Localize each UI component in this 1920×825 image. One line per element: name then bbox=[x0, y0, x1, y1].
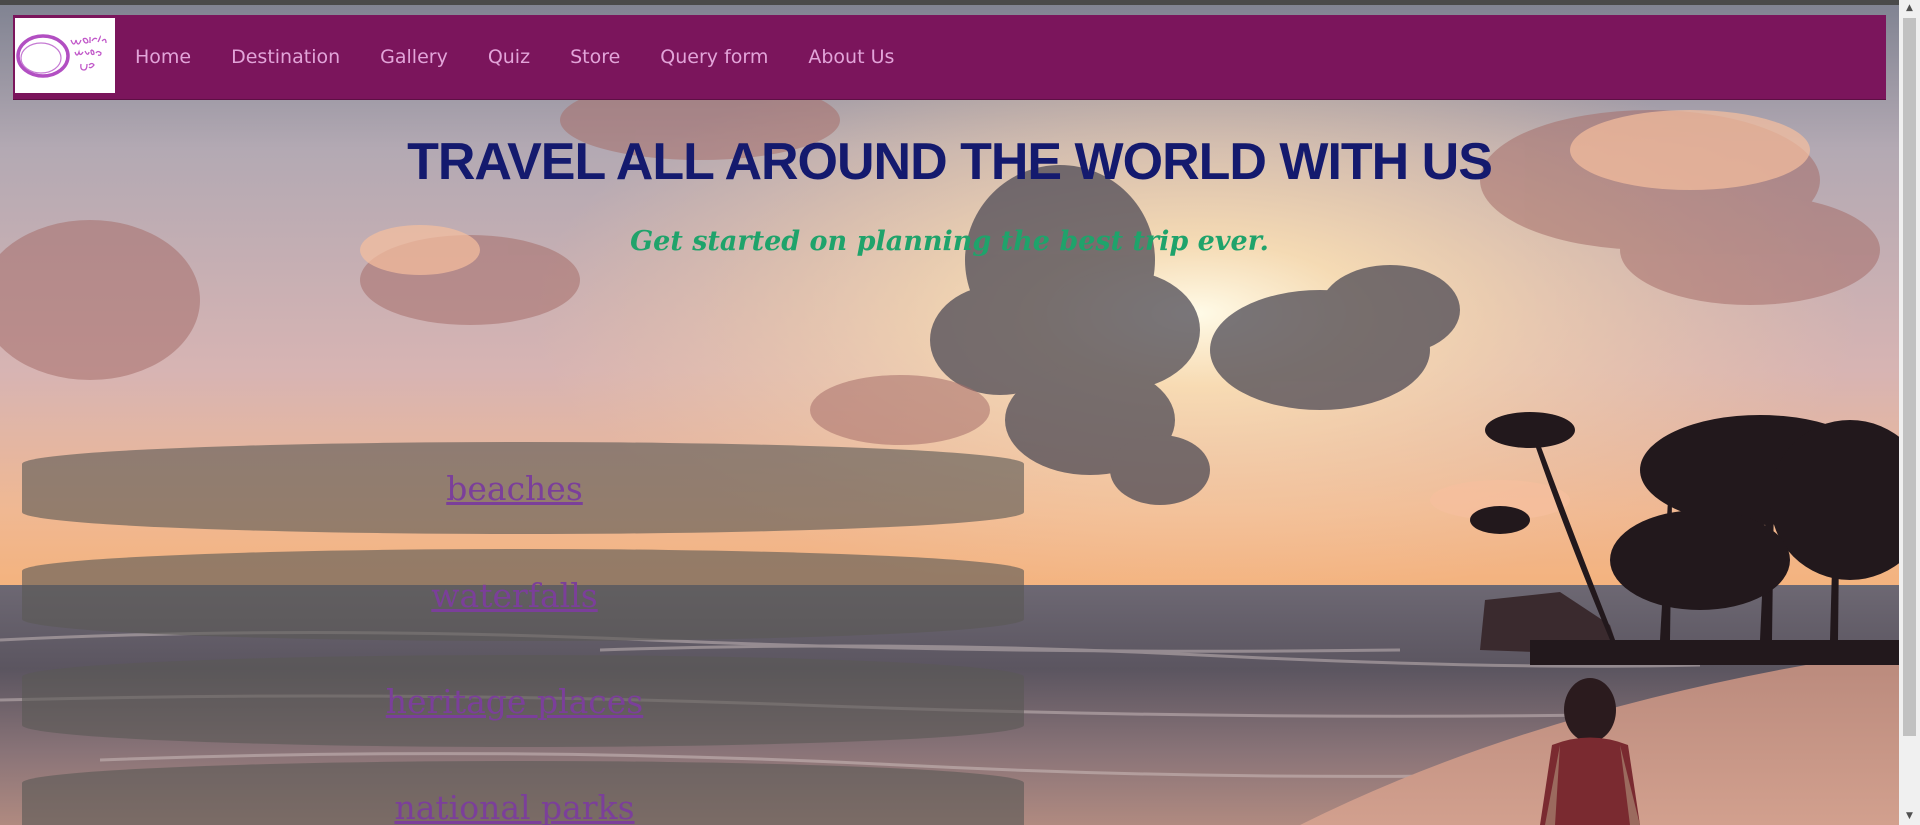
category-link-national-parks[interactable]: national parks bbox=[394, 788, 634, 825]
category-link-heritage-places[interactable]: heritage places bbox=[386, 682, 644, 721]
nav-link-query-form[interactable]: Query form bbox=[660, 46, 768, 68]
scroll-down-arrow-icon[interactable]: ▼ bbox=[1899, 808, 1920, 825]
category-item-heritage-places[interactable]: heritage places bbox=[22, 655, 1024, 747]
page: Home Destination Gallery Quiz Store Quer… bbox=[0, 0, 1920, 825]
nav-link-home[interactable]: Home bbox=[135, 46, 191, 68]
category-link-beaches[interactable]: beaches bbox=[446, 469, 583, 508]
window-top-border bbox=[0, 0, 1899, 5]
nav-link-gallery[interactable]: Gallery bbox=[380, 46, 448, 68]
category-item-waterfalls[interactable]: waterfalls bbox=[22, 549, 1024, 641]
site-logo[interactable] bbox=[15, 18, 115, 93]
nav-link-destination[interactable]: Destination bbox=[231, 46, 340, 68]
hero-title: TRAVEL ALL AROUND THE WORLD WITH US bbox=[407, 133, 1493, 191]
hero-subtitle: Get started on planning the best trip ev… bbox=[630, 226, 1269, 257]
nav-link-store[interactable]: Store bbox=[570, 46, 620, 68]
nav-link-quiz[interactable]: Quiz bbox=[488, 46, 530, 68]
category-item-beaches[interactable]: beaches bbox=[22, 442, 1024, 534]
page-scrollbar[interactable]: ▲ ▼ bbox=[1899, 0, 1920, 825]
nav-link-about-us[interactable]: About Us bbox=[808, 46, 894, 68]
nav-links: Home Destination Gallery Quiz Store Quer… bbox=[135, 15, 934, 99]
navbar: Home Destination Gallery Quiz Store Quer… bbox=[13, 15, 1886, 100]
logo-script-mark bbox=[70, 35, 107, 71]
category-item-national-parks[interactable]: national parks bbox=[22, 761, 1024, 825]
category-link-waterfalls[interactable]: waterfalls bbox=[431, 576, 597, 615]
scrollbar-thumb[interactable] bbox=[1903, 18, 1916, 736]
scroll-up-arrow-icon[interactable]: ▲ bbox=[1899, 0, 1920, 17]
